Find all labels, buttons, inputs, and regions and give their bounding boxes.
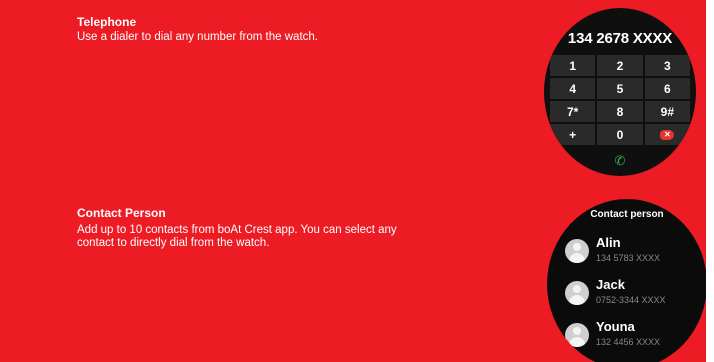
dial-keypad: 1 2 3 4 5 6 7* 8 9# + 0 ✕ bbox=[550, 55, 690, 145]
contact-description-line: Add up to 10 contacts from boAt Crest ap… bbox=[77, 224, 397, 236]
telephone-section-description: Use a dialer to dial any number from the… bbox=[77, 31, 318, 43]
phone-icon: ✆ bbox=[614, 153, 626, 168]
dial-key-1[interactable]: 1 bbox=[550, 55, 596, 76]
user-avatar-icon bbox=[565, 323, 589, 347]
delete-key[interactable]: ✕ bbox=[644, 124, 690, 145]
contact-description-line: contact to directly dial from the watch. bbox=[77, 237, 270, 249]
dial-key-6[interactable]: 6 bbox=[644, 78, 690, 99]
dial-key-7[interactable]: 7* bbox=[550, 101, 596, 122]
contact-number: 132 4456 XXXX bbox=[596, 337, 661, 347]
dial-key-plus[interactable]: + bbox=[550, 124, 596, 145]
page-edge-margin bbox=[706, 0, 714, 362]
contact-item[interactable]: Jack 0752-3344 XXXX bbox=[565, 277, 706, 311]
dial-key-3[interactable]: 3 bbox=[644, 55, 690, 76]
contact-name: Youna bbox=[596, 319, 635, 334]
contact-name: Alin bbox=[596, 235, 621, 250]
contact-number: 0752-3344 XXXX bbox=[596, 295, 666, 305]
contact-section-title: Contact Person bbox=[77, 206, 166, 220]
contacts-watch-screen: Contact person Alin 134 5783 XXXX Jack 0… bbox=[547, 199, 706, 362]
user-avatar-icon bbox=[565, 281, 589, 305]
dial-key-8[interactable]: 8 bbox=[597, 101, 643, 122]
dial-key-5[interactable]: 5 bbox=[597, 78, 643, 99]
user-avatar-icon bbox=[565, 239, 589, 263]
contact-item[interactable]: Alin 134 5783 XXXX bbox=[565, 235, 706, 269]
call-button[interactable]: ✆ bbox=[544, 153, 696, 169]
dial-key-0[interactable]: 0 bbox=[597, 124, 643, 145]
contact-item[interactable]: Youna 132 4456 XXXX bbox=[565, 319, 706, 353]
backspace-x-icon: ✕ bbox=[660, 129, 675, 140]
dialer-watch-screen: 134 2678 XXXX 1 2 3 4 5 6 7* 8 9# + 0 ✕ … bbox=[544, 8, 696, 176]
contact-section-description: Add up to 10 contacts from boAt Crest ap… bbox=[77, 224, 517, 250]
product-feature-page: Telephone Use a dialer to dial any numbe… bbox=[0, 0, 706, 362]
dial-key-4[interactable]: 4 bbox=[550, 78, 596, 99]
dial-number-display: 134 2678 XXXX bbox=[567, 30, 673, 47]
contact-number: 134 5783 XXXX bbox=[596, 253, 661, 263]
contacts-screen-title: Contact person bbox=[590, 209, 664, 220]
contact-name: Jack bbox=[596, 277, 625, 292]
telephone-section-title: Telephone bbox=[77, 15, 137, 29]
dial-key-2[interactable]: 2 bbox=[597, 55, 643, 76]
dial-key-9[interactable]: 9# bbox=[644, 101, 690, 122]
